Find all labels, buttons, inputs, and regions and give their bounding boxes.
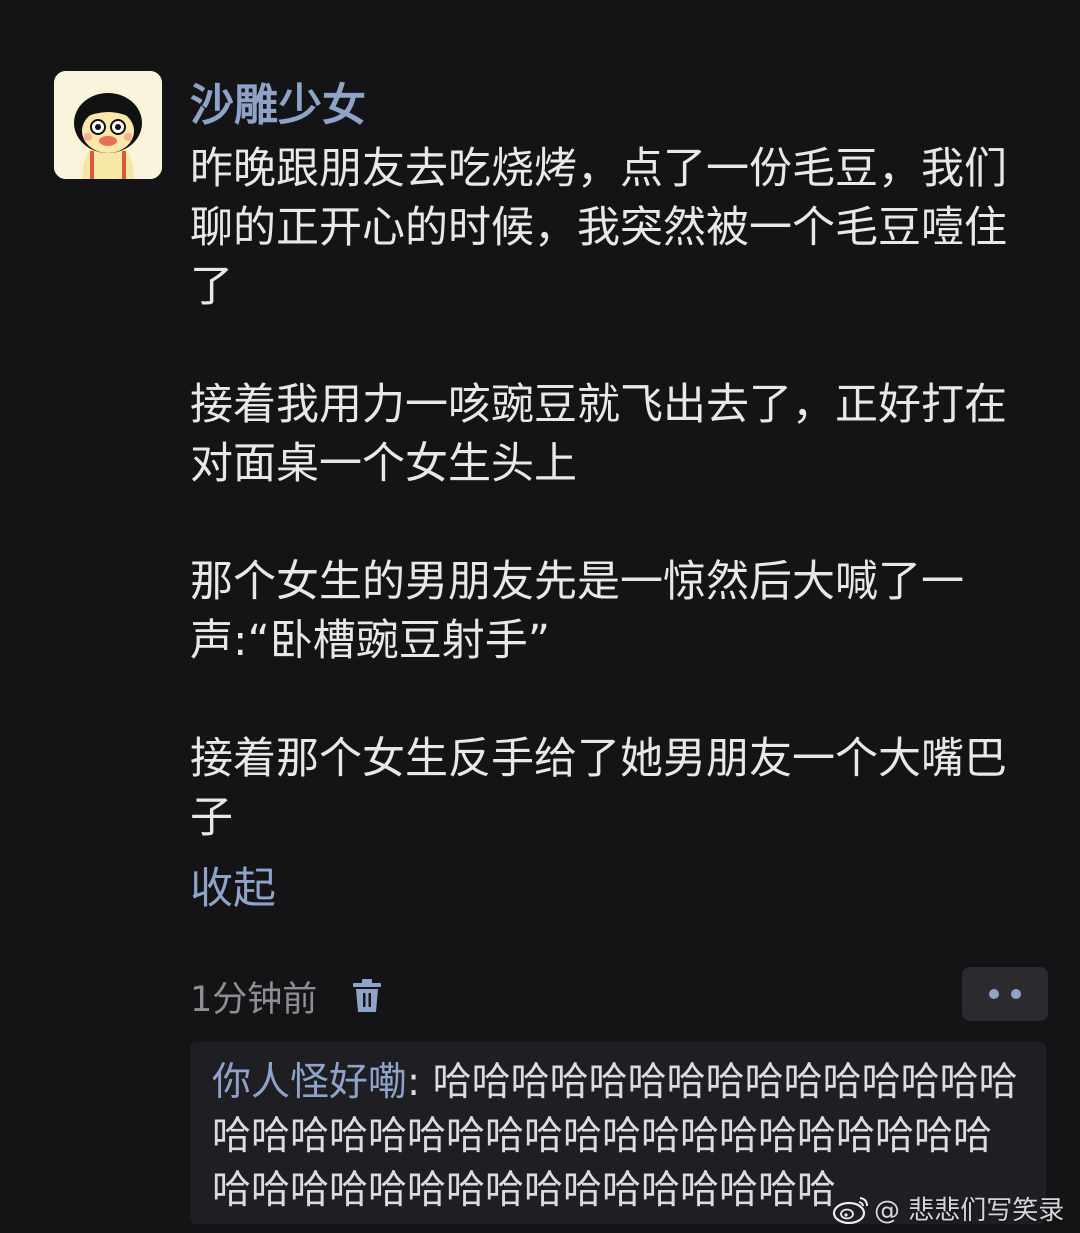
cartoon-girl-avatar-icon (54, 71, 162, 179)
post-paragraph-4: 接着那个女生反手给了她男朋友一个大嘴巴子 (190, 734, 1007, 843)
trash-icon[interactable] (351, 978, 383, 1014)
post-paragraph-3: 那个女生的男朋友先是一惊然后大喊了一声:“卧槽豌豆射手” (190, 557, 964, 666)
more-dots-icon (989, 989, 999, 999)
watermark: @ 悲悲们写笑录 (832, 1190, 1064, 1227)
post-paragraph-1: 昨晚跟朋友去吃烧烤，点了一份毛豆，我们聊的正开心的时候，我突然被一个毛豆噎住了 (190, 144, 1007, 312)
collapse-link[interactable]: 收起 (190, 860, 276, 919)
weibo-logo-icon (832, 1196, 868, 1224)
post-paragraph-2: 接着我用力一咳豌豆就飞出去了，正好打在对面桌一个女生头上 (190, 380, 1007, 489)
author-avatar[interactable] (54, 71, 162, 179)
watermark-text: @ 悲悲们写笑录 (874, 1196, 1065, 1226)
author-name[interactable]: 沙雕少女 (190, 78, 366, 134)
more-dots-icon (1011, 989, 1021, 999)
post-meta: 1分钟前 (190, 966, 383, 1026)
more-options-button[interactable] (962, 967, 1048, 1021)
reply-separator: : (407, 1060, 433, 1105)
timestamp: 1分钟前 (190, 979, 318, 1020)
post-content: 昨晚跟朋友去吃烧烤，点了一份毛豆，我们聊的正开心的时候，我突然被一个毛豆噎住了 … (190, 140, 1030, 848)
reply-author[interactable]: 你人怪好嘞 (212, 1060, 407, 1105)
